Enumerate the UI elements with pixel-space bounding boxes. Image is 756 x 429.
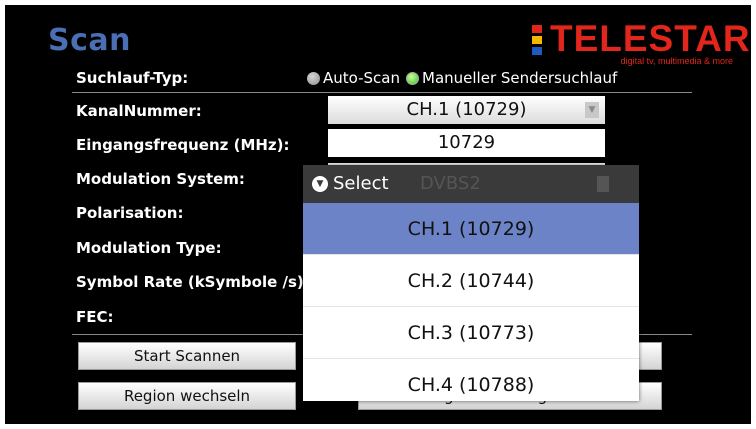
radio-manual-scan-label[interactable]: Manueller Sendersuchlauf (422, 69, 617, 87)
logo-text: TELESTAR (550, 18, 751, 59)
channel-label: KanalNummer: (76, 102, 202, 120)
popup-title: Select (333, 173, 389, 194)
dropdown-arrow-icon (597, 176, 609, 192)
start-scan-button[interactable]: Start Scannen (78, 342, 296, 370)
logo-tagline: digital tv, multimedia & more (620, 56, 733, 66)
change-region-button[interactable]: Region wechseln (78, 382, 296, 410)
fec-label: FEC: (76, 308, 114, 326)
logo-mark-icon (532, 25, 542, 55)
dropdown-arrow-icon[interactable]: ▼ (585, 102, 599, 118)
chevron-down-icon: ▼ (312, 176, 328, 192)
channel-dropdown[interactable]: CH.1 (10729) ▼ (328, 96, 605, 124)
option-ch1[interactable]: CH.1 (10729) (303, 203, 639, 255)
symbol-rate-label: Symbol Rate (kSymbole /s): (76, 273, 310, 291)
polarisation-label: Polarisation: (76, 204, 184, 222)
radio-auto-scan-label[interactable]: Auto-Scan (323, 69, 400, 87)
page-title: Scan (48, 23, 131, 58)
divider (72, 92, 692, 93)
frequency-input[interactable]: 10729 (328, 129, 605, 157)
popup-header: DVBS2 ▼ Select (303, 165, 639, 203)
telestar-logo: TELESTAR digital tv, multimedia & more (532, 18, 750, 71)
tv-screen: Scan TELESTAR digital tv, multimedia & m… (5, 5, 751, 424)
popup-header-underlay-value: DVBS2 (420, 173, 481, 194)
channel-value: CH.1 (10729) (406, 99, 527, 120)
scan-type-radio-group: Auto-Scan Manueller Sendersuchlauf (307, 69, 617, 87)
scan-type-label: Suchlauf-Typ: (76, 69, 189, 87)
option-ch2[interactable]: CH.2 (10744) (303, 255, 639, 307)
modulation-system-label: Modulation System: (76, 170, 245, 188)
option-ch4[interactable]: CH.4 (10788) (303, 359, 639, 401)
modulation-type-label: Modulation Type: (76, 239, 222, 257)
channel-select-popup[interactable]: DVBS2 ▼ Select CH.1 (10729) CH.2 (10744)… (303, 165, 639, 401)
radio-auto-scan[interactable] (307, 71, 320, 85)
frequency-label: Eingangsfrequenz (MHz): (76, 136, 290, 154)
option-ch3[interactable]: CH.3 (10773) (303, 307, 639, 359)
radio-manual-scan[interactable] (406, 71, 419, 85)
